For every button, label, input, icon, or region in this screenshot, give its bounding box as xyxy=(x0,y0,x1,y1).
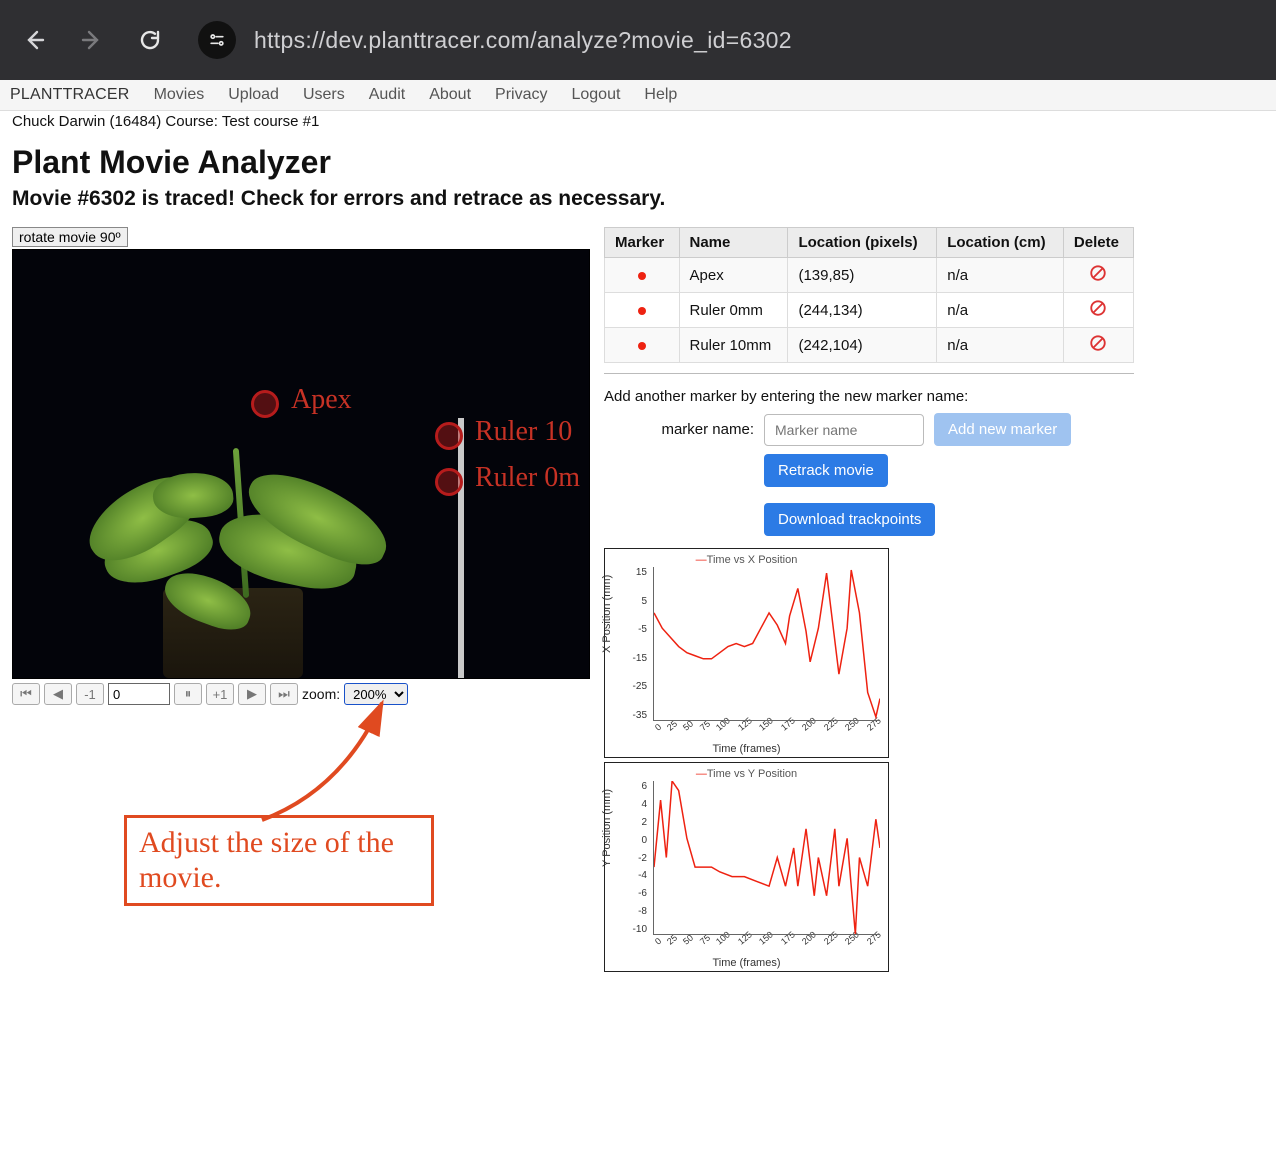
marker-cm-cell: n/a xyxy=(937,258,1064,293)
refresh-icon[interactable] xyxy=(130,20,170,60)
separator xyxy=(604,373,1134,374)
nav-help[interactable]: Help xyxy=(644,86,677,104)
marker-label-apex: Apex xyxy=(291,384,352,416)
add-marker-prompt: Add another marker by entering the new m… xyxy=(604,388,1134,405)
nav-logout[interactable]: Logout xyxy=(571,86,620,104)
marker-px-cell: (242,104) xyxy=(788,328,937,363)
site-settings-icon[interactable] xyxy=(198,21,236,59)
minus1-button[interactable]: -1 xyxy=(76,683,104,705)
marker-color-dot xyxy=(638,342,646,350)
pause-button[interactable]: ⏸ xyxy=(174,683,202,705)
marker-color-dot xyxy=(638,307,646,315)
user-course-line: Chuck Darwin (16484) Course: Test course… xyxy=(0,111,1276,130)
th-loc-px: Location (pixels) xyxy=(788,228,937,258)
charts-container: —Time vs X PositionX Position (mm)Time (… xyxy=(604,548,1134,972)
marker-table: Marker Name Location (pixels) Location (… xyxy=(604,227,1134,363)
delete-marker-button[interactable] xyxy=(1063,293,1133,328)
delete-marker-button[interactable] xyxy=(1063,328,1133,363)
marker-px-cell: (139,85) xyxy=(788,258,937,293)
marker-cm-cell: n/a xyxy=(937,328,1064,363)
nav-movies[interactable]: Movies xyxy=(154,86,205,104)
marker-label-ruler0: Ruler 0m xyxy=(475,462,580,494)
plus1-button[interactable]: +1 xyxy=(206,683,234,705)
chart: —Time vs Y PositionY Position (mm)Time (… xyxy=(604,762,889,972)
marker-name-label: marker name: xyxy=(604,421,754,438)
marker-color-dot xyxy=(638,272,646,280)
forward-icon[interactable] xyxy=(72,20,112,60)
table-row: Apex(139,85)n/a xyxy=(605,258,1134,293)
nav-users[interactable]: Users xyxy=(303,86,345,104)
nav-audit[interactable]: Audit xyxy=(369,86,405,104)
annotation-callout: Adjust the size of the movie. xyxy=(124,815,434,906)
nav-upload[interactable]: Upload xyxy=(228,86,279,104)
ruler-image xyxy=(458,418,464,678)
add-marker-button[interactable]: Add new marker xyxy=(934,413,1071,446)
marker-name-cell: Ruler 10mm xyxy=(679,328,788,363)
marker-name-cell: Apex xyxy=(679,258,788,293)
marker-cm-cell: n/a xyxy=(937,293,1064,328)
table-row: Ruler 0mm(244,134)n/a xyxy=(605,293,1134,328)
frame-input[interactable] xyxy=(108,683,170,705)
marker-px-cell: (244,134) xyxy=(788,293,937,328)
marker-name-input[interactable] xyxy=(764,414,924,446)
delete-marker-button[interactable] xyxy=(1063,258,1133,293)
th-delete: Delete xyxy=(1063,228,1133,258)
marker-dot-ruler0[interactable] xyxy=(435,468,463,496)
th-name: Name xyxy=(679,228,788,258)
nav-brand[interactable]: PLANTTRACER xyxy=(10,86,130,104)
marker-label-ruler10: Ruler 10 xyxy=(475,416,572,448)
download-trackpoints-button[interactable]: Download trackpoints xyxy=(764,503,935,536)
back-icon[interactable] xyxy=(14,20,54,60)
nav-about[interactable]: About xyxy=(429,86,471,104)
prev-frame-button[interactable]: ◀ xyxy=(44,683,72,705)
page-subtitle: Movie #6302 is traced! Check for errors … xyxy=(12,187,1264,211)
browser-toolbar: https://dev.planttracer.com/analyze?movi… xyxy=(0,0,1276,80)
movie-viewport[interactable]: Apex Ruler 10 Ruler 0m xyxy=(12,249,590,679)
retrack-button[interactable]: Retrack movie xyxy=(764,454,888,487)
marker-dot-ruler10[interactable] xyxy=(435,422,463,450)
th-loc-cm: Location (cm) xyxy=(937,228,1064,258)
annotation-arrow xyxy=(232,695,412,825)
plant-image xyxy=(43,418,423,678)
marker-name-cell: Ruler 0mm xyxy=(679,293,788,328)
rotate-movie-button[interactable]: rotate movie 90º xyxy=(12,227,128,247)
url-bar[interactable]: https://dev.planttracer.com/analyze?movi… xyxy=(254,27,792,54)
table-row: Ruler 10mm(242,104)n/a xyxy=(605,328,1134,363)
page-title: Plant Movie Analyzer xyxy=(12,144,1264,181)
app-navbar: PLANTTRACER Movies Upload Users Audit Ab… xyxy=(0,80,1276,111)
nav-privacy[interactable]: Privacy xyxy=(495,86,547,104)
th-marker: Marker xyxy=(605,228,680,258)
marker-dot-apex[interactable] xyxy=(251,390,279,418)
first-frame-button[interactable]: ⏮ xyxy=(12,683,40,705)
chart: —Time vs X PositionX Position (mm)Time (… xyxy=(604,548,889,758)
